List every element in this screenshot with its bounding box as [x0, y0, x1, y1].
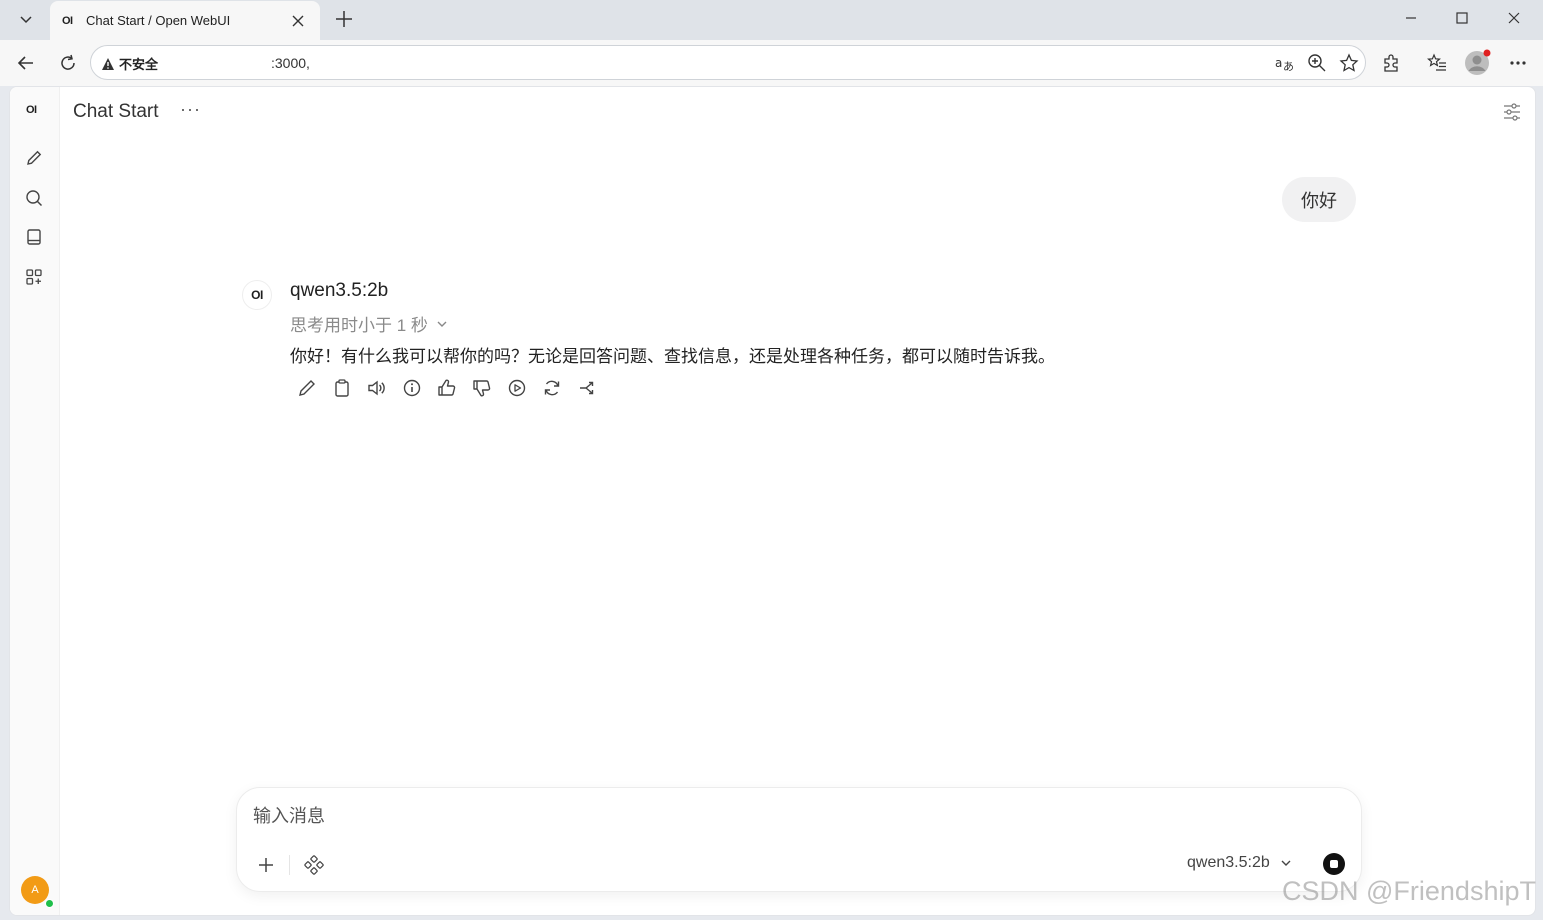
- tab-favicon: OI: [62, 14, 73, 27]
- new-chat-button[interactable]: [23, 147, 45, 169]
- speaker-icon: [368, 380, 385, 396]
- thumbs-down-icon: [473, 380, 491, 397]
- search-button[interactable]: [23, 187, 45, 209]
- browser-menu-button[interactable]: [1502, 47, 1534, 79]
- svg-text:a: a: [1275, 56, 1282, 70]
- info-icon: [403, 379, 421, 397]
- split-arrow-icon: [580, 381, 594, 395]
- security-label: 不安全: [119, 57, 159, 72]
- reload-button[interactable]: [52, 47, 84, 79]
- chevron-down-icon: [20, 16, 32, 24]
- favorites-button[interactable]: [1421, 47, 1453, 79]
- chat-controls-button[interactable]: [1500, 100, 1524, 124]
- chevron-down-icon: [437, 321, 447, 327]
- thumbs-up-button[interactable]: [436, 377, 458, 399]
- thumbs-up-icon: [438, 379, 456, 396]
- url-text[interactable]: :3000,: [271, 55, 310, 71]
- grid-plus-icon: [26, 269, 42, 285]
- close-icon: [1508, 12, 1520, 24]
- minimize-button[interactable]: [1385, 0, 1437, 36]
- maximize-button[interactable]: [1436, 0, 1488, 36]
- refresh-icon: [544, 380, 560, 396]
- close-icon: [292, 15, 304, 26]
- webpage: OI A Chat Start ··· 你好 OI qwen3.5:2b 思考用…: [9, 86, 1536, 916]
- attach-button[interactable]: [253, 852, 279, 878]
- info-button[interactable]: [401, 377, 423, 399]
- thinking-toggle[interactable]: 思考用时小于 1 秒: [290, 311, 448, 336]
- arrow-left-icon: [17, 56, 33, 70]
- integrations-button[interactable]: [301, 852, 327, 878]
- tab-title: Chat Start / Open WebUI: [86, 13, 231, 28]
- extensions-button[interactable]: [1375, 47, 1407, 79]
- stop-icon: [1330, 860, 1338, 868]
- favorites-list-icon: [1427, 53, 1446, 71]
- svg-text:あ: あ: [1283, 60, 1294, 72]
- online-status-dot: [45, 899, 54, 908]
- assistant-reply: 你好！有什么我可以帮你的吗？无论是回答问题、查找信息，还是处理各种任务，都可以随…: [290, 347, 1055, 366]
- star-icon: [1339, 53, 1359, 72]
- browser-tab[interactable]: OI Chat Start / Open WebUI: [50, 1, 320, 40]
- branch-button[interactable]: [576, 377, 598, 399]
- model-selector[interactable]: qwen3.5:2b: [1187, 854, 1292, 872]
- notes-button[interactable]: [23, 226, 45, 248]
- plus-icon: [259, 858, 273, 872]
- integrations-icon: [304, 855, 324, 875]
- translate-icon: aあ: [1275, 56, 1294, 72]
- user-message: 你好: [1282, 177, 1356, 222]
- notebook-icon: [27, 229, 41, 245]
- refresh-icon: [61, 54, 75, 70]
- chat-more-button[interactable]: ···: [180, 99, 201, 120]
- back-button[interactable]: [10, 47, 42, 79]
- chat-title: Chat Start: [73, 101, 159, 122]
- assistant-model-name: qwen3.5:2b: [290, 280, 389, 301]
- warning-icon: [102, 57, 114, 70]
- app-logo[interactable]: OI: [26, 104, 37, 116]
- new-tab-button[interactable]: [330, 5, 358, 33]
- tab-close-button[interactable]: [288, 11, 308, 31]
- zoom-button[interactable]: [1305, 51, 1329, 75]
- search-icon: [26, 190, 43, 207]
- profile-button[interactable]: [1461, 47, 1493, 79]
- sidebar: OI A: [10, 87, 60, 915]
- chevron-down-icon: [1281, 860, 1291, 866]
- close-window-button[interactable]: [1488, 0, 1540, 36]
- tab-list-button[interactable]: [8, 4, 44, 34]
- copy-button[interactable]: [331, 377, 353, 399]
- message-composer: qwen3.5:2b: [236, 787, 1362, 892]
- puzzle-icon: [1384, 54, 1398, 72]
- play-circle-icon: [508, 379, 526, 397]
- maximize-icon: [1456, 12, 1468, 24]
- plus-icon: [336, 11, 352, 27]
- stop-button[interactable]: [1323, 853, 1345, 875]
- regenerate-button[interactable]: [541, 377, 563, 399]
- message-actions: [296, 377, 598, 399]
- translate-button[interactable]: aあ: [1273, 51, 1297, 75]
- selected-model: qwen3.5:2b: [1187, 854, 1270, 871]
- address-bar[interactable]: 不安全 :3000, aあ: [90, 45, 1366, 80]
- pencil-icon: [299, 380, 315, 396]
- message-input[interactable]: [253, 806, 1253, 827]
- tab-strip: OI Chat Start / Open WebUI: [0, 0, 1543, 40]
- composer-divider: [289, 855, 290, 875]
- edit-button[interactable]: [296, 377, 318, 399]
- security-indicator[interactable]: 不安全: [101, 54, 158, 73]
- clipboard-icon: [335, 379, 349, 397]
- zoom-in-icon: [1308, 54, 1326, 72]
- read-aloud-button[interactable]: [366, 377, 388, 399]
- minimize-icon: [1406, 17, 1416, 19]
- pencil-icon: [27, 150, 42, 165]
- more-horizontal-icon: [1510, 61, 1526, 65]
- user-avatar[interactable]: A: [21, 876, 49, 904]
- profile-icon: [1465, 49, 1491, 75]
- thinking-label: 思考用时小于 1 秒: [290, 316, 428, 335]
- watermark: CSDN @FriendshipT: [1282, 876, 1536, 906]
- favorite-button[interactable]: [1337, 51, 1361, 75]
- sliders-icon: [1504, 103, 1520, 121]
- thumbs-down-button[interactable]: [471, 377, 493, 399]
- continue-button[interactable]: [506, 377, 528, 399]
- assistant-avatar: OI: [242, 280, 272, 310]
- workspace-button[interactable]: [23, 266, 45, 288]
- browser-toolbar: 不安全 :3000, aあ: [0, 40, 1543, 86]
